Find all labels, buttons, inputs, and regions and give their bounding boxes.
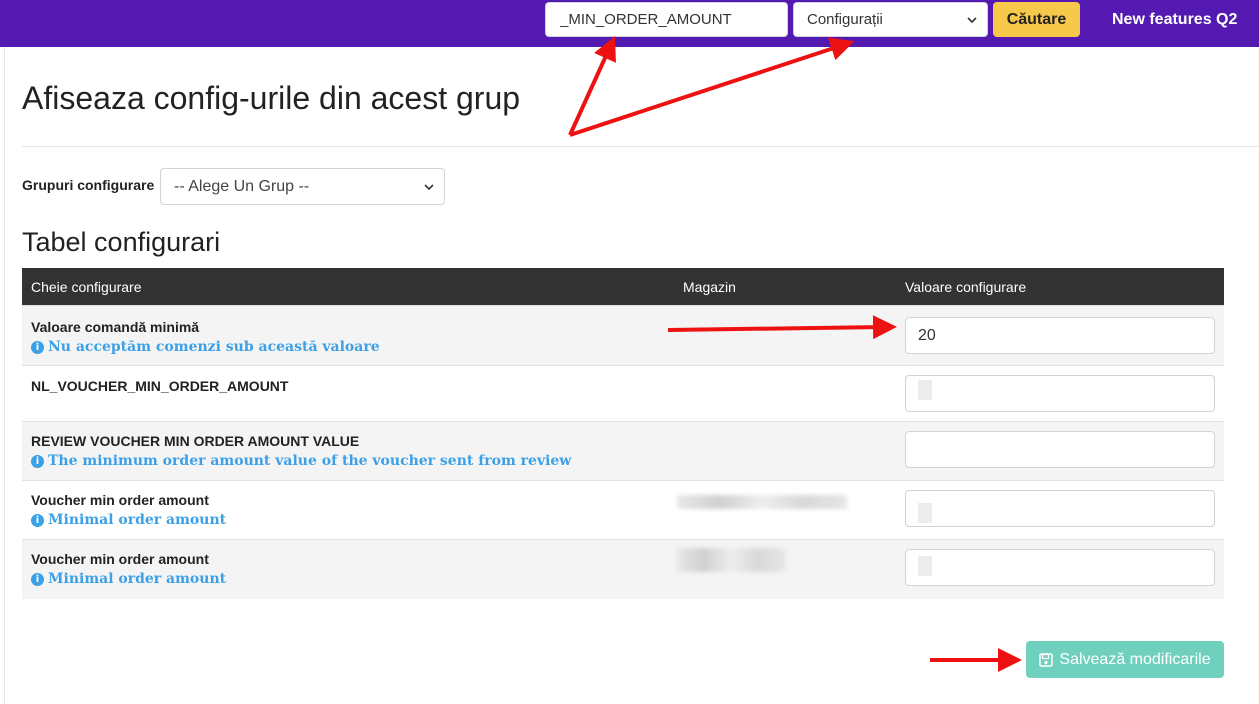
config-hint: i The minimum order amount value of the … — [31, 453, 571, 469]
chevron-down-icon — [424, 183, 434, 190]
page-title: Afiseaza config-urile din acest grup — [22, 80, 521, 116]
redacted-value — [918, 503, 932, 523]
new-features-link[interactable]: New features Q2 — [1112, 11, 1237, 29]
config-value-input[interactable] — [905, 375, 1215, 412]
save-button-label: Salvează modificarile — [1059, 650, 1211, 668]
search-button[interactable]: Căutare — [993, 2, 1080, 37]
config-key: Voucher min order amount — [31, 492, 209, 508]
config-key: Valoare comandă minimă — [31, 319, 200, 335]
group-select[interactable]: -- Alege Un Grup -- — [160, 168, 445, 205]
config-hint-text: Minimal order amount — [48, 512, 227, 528]
table-title: Tabel configurari — [22, 227, 221, 257]
annotation-arrow — [569, 37, 855, 137]
config-hint: i Minimal order amount — [31, 571, 226, 587]
chevron-down-icon — [967, 16, 977, 23]
save-button[interactable]: Salvează modificarile — [1026, 641, 1224, 678]
group-label: Grupuri configurare — [22, 177, 155, 193]
table-row: Valoare comandă minimă i Nu acceptăm com… — [22, 305, 1224, 365]
redacted-store — [677, 548, 785, 572]
divider — [22, 146, 1259, 147]
top-navbar: Configurații Căutare New features Q2 — [0, 0, 1259, 47]
config-hint: i Minimal order amount — [31, 512, 226, 528]
config-key: NL_VOUCHER_MIN_ORDER_AMOUNT — [31, 378, 289, 394]
info-icon: i — [31, 572, 44, 586]
redacted-store — [677, 495, 847, 509]
column-header-key: Cheie configurare — [31, 279, 142, 295]
config-key: REVIEW VOUCHER MIN ORDER AMOUNT VALUE — [31, 433, 360, 449]
table-row: Voucher min order amount i Minimal order… — [22, 480, 1224, 539]
table-row: REVIEW VOUCHER MIN ORDER AMOUNT VALUE i … — [22, 421, 1224, 480]
table-row: NL_VOUCHER_MIN_ORDER_AMOUNT — [22, 365, 1224, 421]
config-table: Cheie configurare Magazin Valoare config… — [22, 268, 1224, 599]
config-hint-text: Minimal order amount — [48, 571, 227, 587]
redacted-value — [918, 556, 932, 576]
save-icon — [1039, 652, 1054, 667]
sidebar-edge — [4, 47, 5, 704]
config-value-input[interactable] — [905, 317, 1215, 354]
column-header-store: Magazin — [683, 279, 736, 295]
info-icon: i — [31, 454, 44, 468]
annotation-arrow — [568, 36, 616, 136]
table-row: Voucher min order amount i Minimal order… — [22, 539, 1224, 599]
group-select-value: -- Alege Un Grup -- — [174, 177, 310, 195]
config-hint-text: Nu acceptăm comenzi sub această valoare — [48, 339, 380, 355]
config-value-input[interactable] — [905, 490, 1215, 527]
info-icon: i — [31, 513, 44, 527]
config-hint-text: The minimum order amount value of the vo… — [48, 453, 572, 469]
section-select-value: Configurații — [807, 11, 883, 28]
column-header-value: Valoare configurare — [905, 279, 1027, 295]
config-value-input[interactable] — [905, 549, 1215, 586]
section-select[interactable]: Configurații — [793, 2, 988, 37]
config-value-input[interactable] — [905, 431, 1215, 468]
config-key: Voucher min order amount — [31, 551, 209, 567]
redacted-value — [918, 380, 932, 400]
config-hint: i Nu acceptăm comenzi sub această valoar… — [31, 339, 380, 355]
config-search-input[interactable] — [545, 2, 788, 37]
table-header: Cheie configurare Magazin Valoare config… — [22, 268, 1224, 305]
info-icon: i — [31, 340, 44, 354]
